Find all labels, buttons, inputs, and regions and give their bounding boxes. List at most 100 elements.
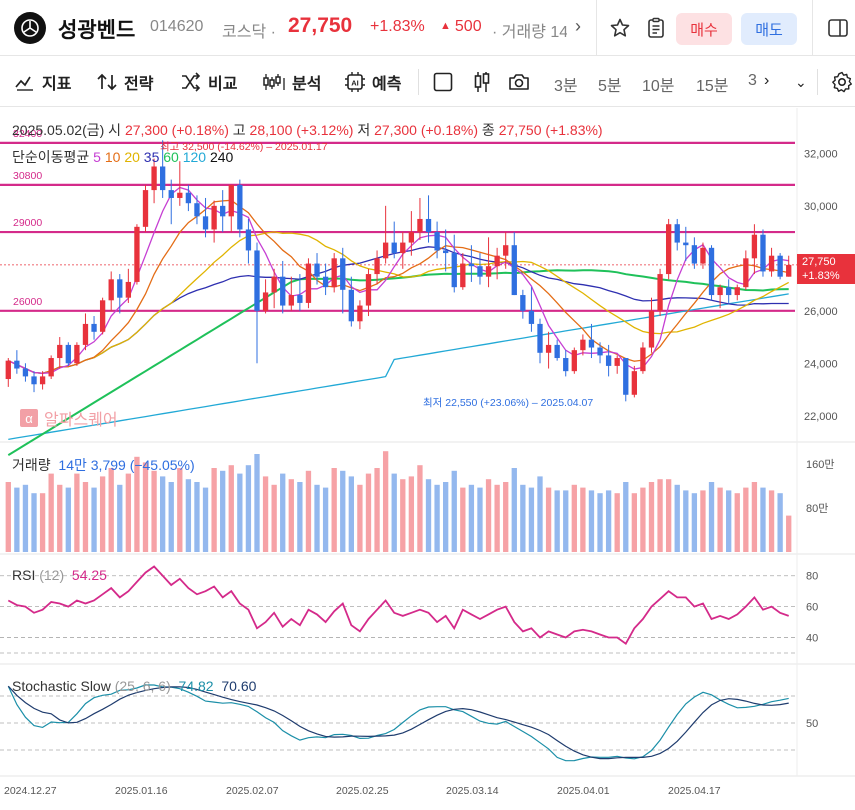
candle-body — [700, 247, 706, 264]
alphasquare-watermark: α 알파스퀘어 — [20, 406, 118, 430]
camera-icon[interactable] — [507, 70, 531, 94]
candle-body — [280, 276, 286, 306]
volume-bar — [717, 487, 723, 552]
compare-button[interactable]: 비교 — [180, 71, 237, 93]
volume-bar — [99, 476, 106, 552]
volume-bar — [580, 487, 586, 552]
interval-30min[interactable]: 3 — [748, 72, 757, 90]
candle-body — [520, 295, 526, 311]
candle-body — [614, 358, 620, 366]
candle-body — [185, 192, 192, 204]
candle-body — [503, 245, 509, 256]
volume-bar — [382, 451, 389, 552]
date-axis-label: 2025.02.07 — [226, 785, 279, 797]
interval-5min[interactable]: 5분 — [598, 72, 622, 96]
compare-label: 비교 — [208, 76, 238, 93]
ma-120: 120 — [182, 149, 207, 165]
high-value: 28,100 (+3.12%) — [249, 122, 354, 138]
star-icon[interactable] — [608, 16, 632, 40]
divider — [418, 69, 419, 95]
volume-bar — [374, 468, 380, 552]
candle-body — [134, 226, 140, 282]
sell-button[interactable]: 매도 — [741, 13, 797, 45]
indicator-button[interactable]: 지표 — [14, 71, 71, 93]
volume-bar — [391, 473, 397, 552]
rsi-param: (12) — [39, 567, 65, 583]
ma-60: 60 — [163, 149, 179, 165]
buy-button[interactable]: 매수 — [676, 13, 732, 45]
volume-bar — [142, 462, 149, 552]
date-axis-label: 2025.03.14 — [446, 785, 499, 797]
candle-body — [65, 344, 71, 364]
volume-bar — [159, 476, 166, 552]
memo-icon[interactable] — [644, 16, 668, 40]
candle-body — [117, 279, 123, 298]
rsi-legend: RSI (12) 54.25 — [12, 567, 107, 583]
analysis-button[interactable]: 분석 — [262, 71, 321, 93]
min-annotation: 최저 22,550 (+23.06%) – 2025.04.07 — [423, 397, 593, 409]
stochastic-param: (25, 6, 6) — [114, 678, 171, 694]
interval-15min[interactable]: 15분 — [696, 72, 729, 96]
candle-body — [82, 323, 89, 345]
volume-value: 14만 3,799 (−45.05%) — [58, 457, 195, 473]
volume-bar — [726, 490, 732, 552]
price-axis-label: 32,000 — [804, 148, 838, 160]
volume-bar — [82, 482, 89, 552]
candle-body — [425, 218, 432, 233]
stock-name: 성광벤드 — [58, 19, 136, 42]
volume-bar — [14, 487, 20, 552]
strategy-button[interactable]: 전략 — [96, 71, 153, 93]
volume-bar — [537, 476, 543, 552]
interval-3min[interactable]: 3분 — [554, 72, 578, 96]
volume-bar — [280, 473, 286, 552]
volume-bar — [340, 470, 346, 552]
market-label: 코스닥 · — [222, 24, 276, 41]
candle-body — [57, 344, 63, 359]
volume-bar — [228, 465, 234, 552]
chevron-right-icon[interactable]: › — [575, 16, 581, 37]
forecast-button[interactable]: AI 예측 — [344, 71, 401, 93]
divider — [817, 69, 818, 95]
checkbox-icon[interactable] — [431, 70, 455, 94]
candlestick-icon[interactable] — [470, 70, 494, 94]
volume-bar — [614, 493, 620, 552]
svg-text:AI: AI — [351, 79, 359, 88]
candle-body — [597, 347, 603, 356]
gear-icon[interactable] — [830, 70, 854, 94]
interval-10min[interactable]: 10분 — [642, 72, 675, 96]
candle-body — [511, 245, 517, 296]
volume-bar — [597, 493, 603, 552]
candle-body — [726, 287, 732, 296]
candle-body — [734, 287, 740, 296]
ai-chip-icon: AI — [345, 72, 365, 92]
chevron-right-icon[interactable]: › — [764, 72, 769, 90]
volume-bar — [314, 484, 320, 552]
chart-toolbar: 지표 전략 비교 분석 AI 예측 3분 5분 10분 15분 3 › ⌄ — [0, 57, 855, 107]
panel-icon[interactable] — [827, 17, 849, 39]
volume-bar — [65, 487, 71, 552]
candle-body — [39, 376, 46, 385]
candle-body — [228, 184, 234, 217]
stochastic-title: Stochastic Slow — [12, 678, 111, 694]
volume-bar — [57, 484, 63, 552]
volume-bar — [545, 487, 552, 552]
chevron-down-icon[interactable]: ⌄ — [795, 74, 807, 91]
volume-bar — [777, 493, 783, 552]
volume-bar — [108, 468, 114, 552]
volume-bar — [640, 487, 646, 552]
candle-body — [245, 229, 252, 251]
volume-bar — [708, 482, 715, 552]
analysis-icon — [263, 74, 285, 90]
volume-bar — [365, 473, 372, 552]
candle-body — [477, 266, 483, 277]
indicator-icon — [15, 76, 33, 91]
volume-axis-label: 80만 — [806, 502, 828, 515]
moving-average-legend: 단순이동평균 5 10 20 35 60 120 240 — [12, 147, 233, 167]
candle-body — [554, 344, 560, 359]
volume-bar — [503, 482, 509, 552]
rsi-axis-label: 60 — [806, 602, 818, 614]
candle-body — [417, 218, 423, 233]
volume-bar — [631, 493, 638, 552]
candle-body — [374, 258, 380, 275]
volume-bar — [177, 468, 183, 552]
